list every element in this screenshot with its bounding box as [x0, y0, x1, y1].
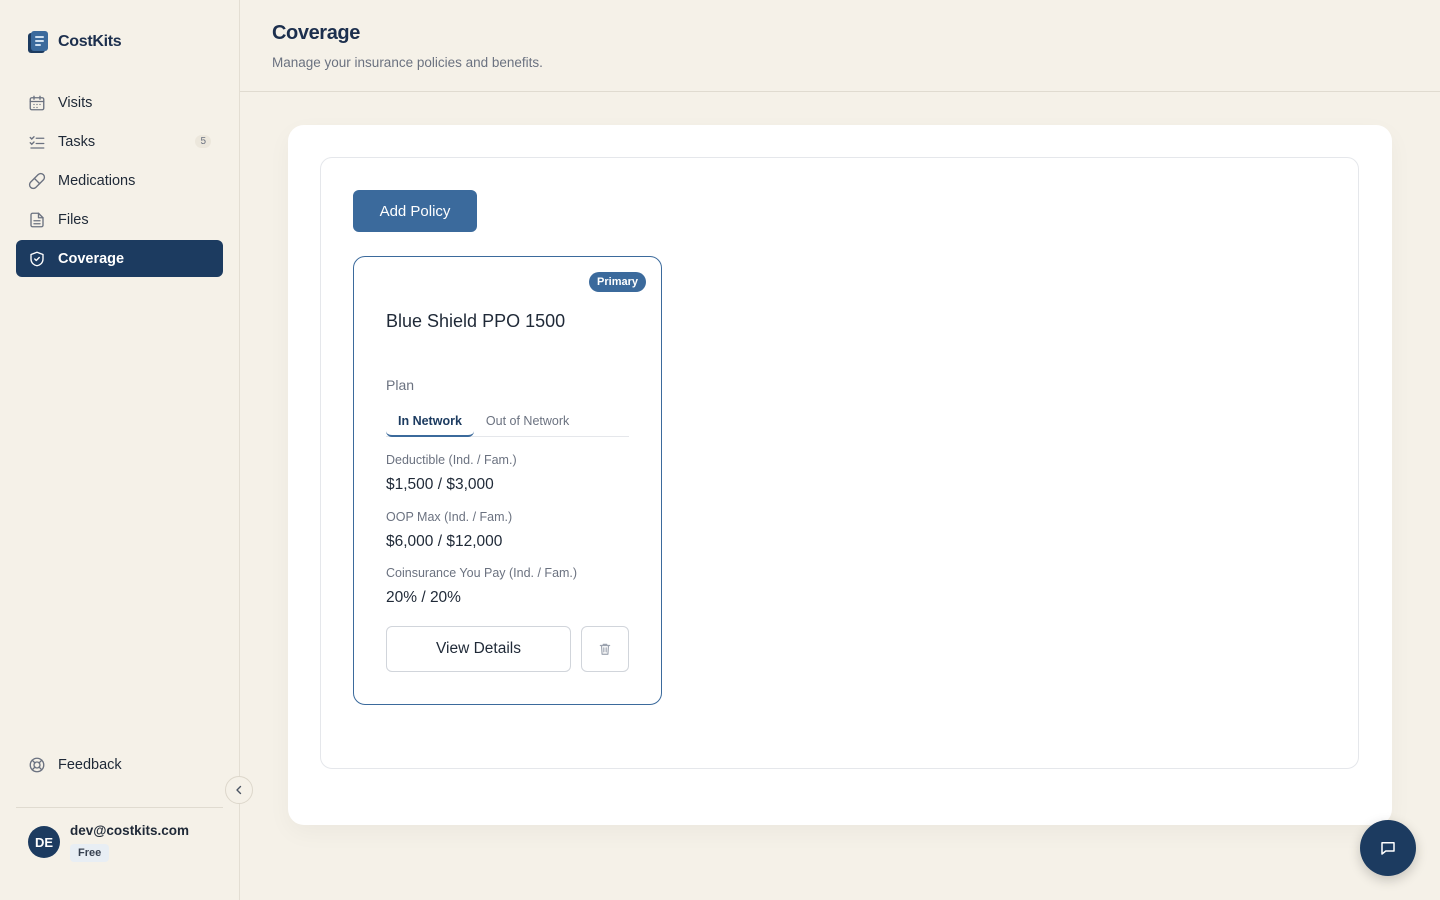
sidebar: CostKits Visits Tasks 5 Medications File… — [0, 0, 240, 900]
sidebar-item-label: Files — [58, 211, 89, 228]
pill-icon — [28, 172, 46, 190]
plan-badge: Free — [70, 844, 110, 862]
metric-label: Coinsurance You Pay (Ind. / Fam.) — [386, 566, 578, 580]
page-subtitle: Manage your insurance policies and benef… — [272, 55, 543, 70]
policies-section: Add Policy Primary Blue Shield PPO 1500 … — [320, 157, 1359, 769]
tab-out-of-network[interactable]: Out of Network — [474, 409, 581, 437]
coinsurance-metric: Coinsurance You Pay (Ind. / Fam.) 20% / … — [386, 566, 577, 607]
add-policy-button[interactable]: Add Policy — [353, 190, 477, 232]
view-details-button[interactable]: View Details — [386, 626, 571, 672]
primary-badge: Primary — [589, 272, 646, 292]
trash-icon — [598, 642, 612, 656]
sidebar-item-coverage[interactable]: Coverage — [16, 240, 223, 277]
oop-max-metric: OOP Max (Ind. / Fam.) $6,000 / $12,000 — [386, 510, 512, 551]
tasks-count-badge: 5 — [195, 135, 211, 148]
sidebar-item-label: Coverage — [58, 250, 125, 267]
metric-value: $1,500 / $3,000 — [386, 476, 494, 493]
collapse-sidebar-button[interactable] — [225, 776, 253, 804]
content-panel: Add Policy Primary Blue Shield PPO 1500 … — [288, 125, 1392, 825]
user-email: dev@costkits.com — [70, 823, 189, 838]
sidebar-item-medications[interactable]: Medications — [16, 162, 223, 199]
metric-value: $6,000 / $12,000 — [386, 533, 503, 550]
policy-name: Blue Shield PPO 1500 — [386, 311, 566, 331]
network-tabs: In Network Out of Network — [386, 409, 629, 437]
chat-bubble-icon — [1379, 839, 1397, 857]
user-profile[interactable]: DE dev@costkits.com Free — [28, 822, 189, 862]
avatar: DE — [28, 826, 60, 858]
sidebar-item-visits[interactable]: Visits — [16, 84, 223, 121]
delete-policy-button[interactable] — [581, 626, 629, 672]
shield-check-icon — [28, 250, 46, 268]
sidebar-item-feedback[interactable]: Feedback — [16, 746, 223, 783]
checklist-icon — [28, 133, 46, 151]
feedback-section: Feedback — [16, 746, 223, 785]
file-icon — [28, 211, 46, 229]
metric-label: OOP Max (Ind. / Fam.) — [386, 510, 513, 524]
policy-type: Plan — [386, 377, 415, 393]
sidebar-item-label: Visits — [58, 94, 93, 111]
chevron-left-icon — [233, 784, 245, 796]
chat-button[interactable] — [1360, 820, 1416, 876]
deductible-metric: Deductible (Ind. / Fam.) $1,500 / $3,000 — [386, 453, 517, 494]
page-header: Coverage Manage your insurance policies … — [240, 0, 1440, 92]
sidebar-item-label: Feedback — [58, 756, 122, 773]
tab-in-network[interactable]: In Network — [386, 409, 474, 437]
page-title: Coverage — [272, 22, 360, 44]
sidebar-item-label: Medications — [58, 172, 136, 189]
brand[interactable]: CostKits — [26, 30, 122, 54]
sidebar-nav: Visits Tasks 5 Medications Files Coverag… — [16, 84, 223, 279]
policy-card[interactable]: Primary Blue Shield PPO 1500 Plan In Net… — [353, 256, 662, 705]
lifebuoy-icon — [28, 756, 46, 774]
notebook-logo — [26, 30, 50, 54]
sidebar-item-tasks[interactable]: Tasks 5 — [16, 123, 223, 160]
metric-label: Deductible (Ind. / Fam.) — [386, 453, 517, 467]
metric-value: 20% / 20% — [386, 589, 461, 606]
sidebar-divider — [16, 807, 223, 808]
calendar-icon — [28, 94, 46, 112]
sidebar-item-label: Tasks — [58, 133, 96, 150]
brand-name: CostKits — [58, 33, 122, 50]
sidebar-item-files[interactable]: Files — [16, 201, 223, 238]
